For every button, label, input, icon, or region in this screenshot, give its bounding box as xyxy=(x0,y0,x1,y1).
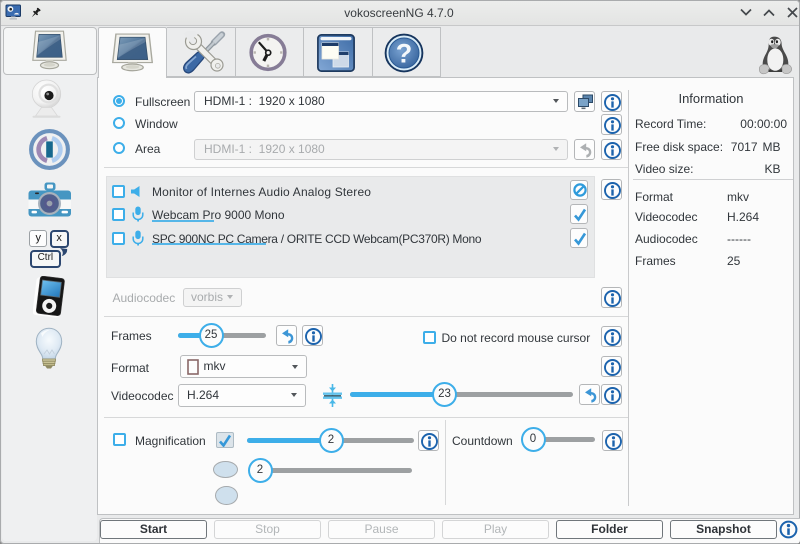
svg-text:?: ? xyxy=(396,39,413,69)
